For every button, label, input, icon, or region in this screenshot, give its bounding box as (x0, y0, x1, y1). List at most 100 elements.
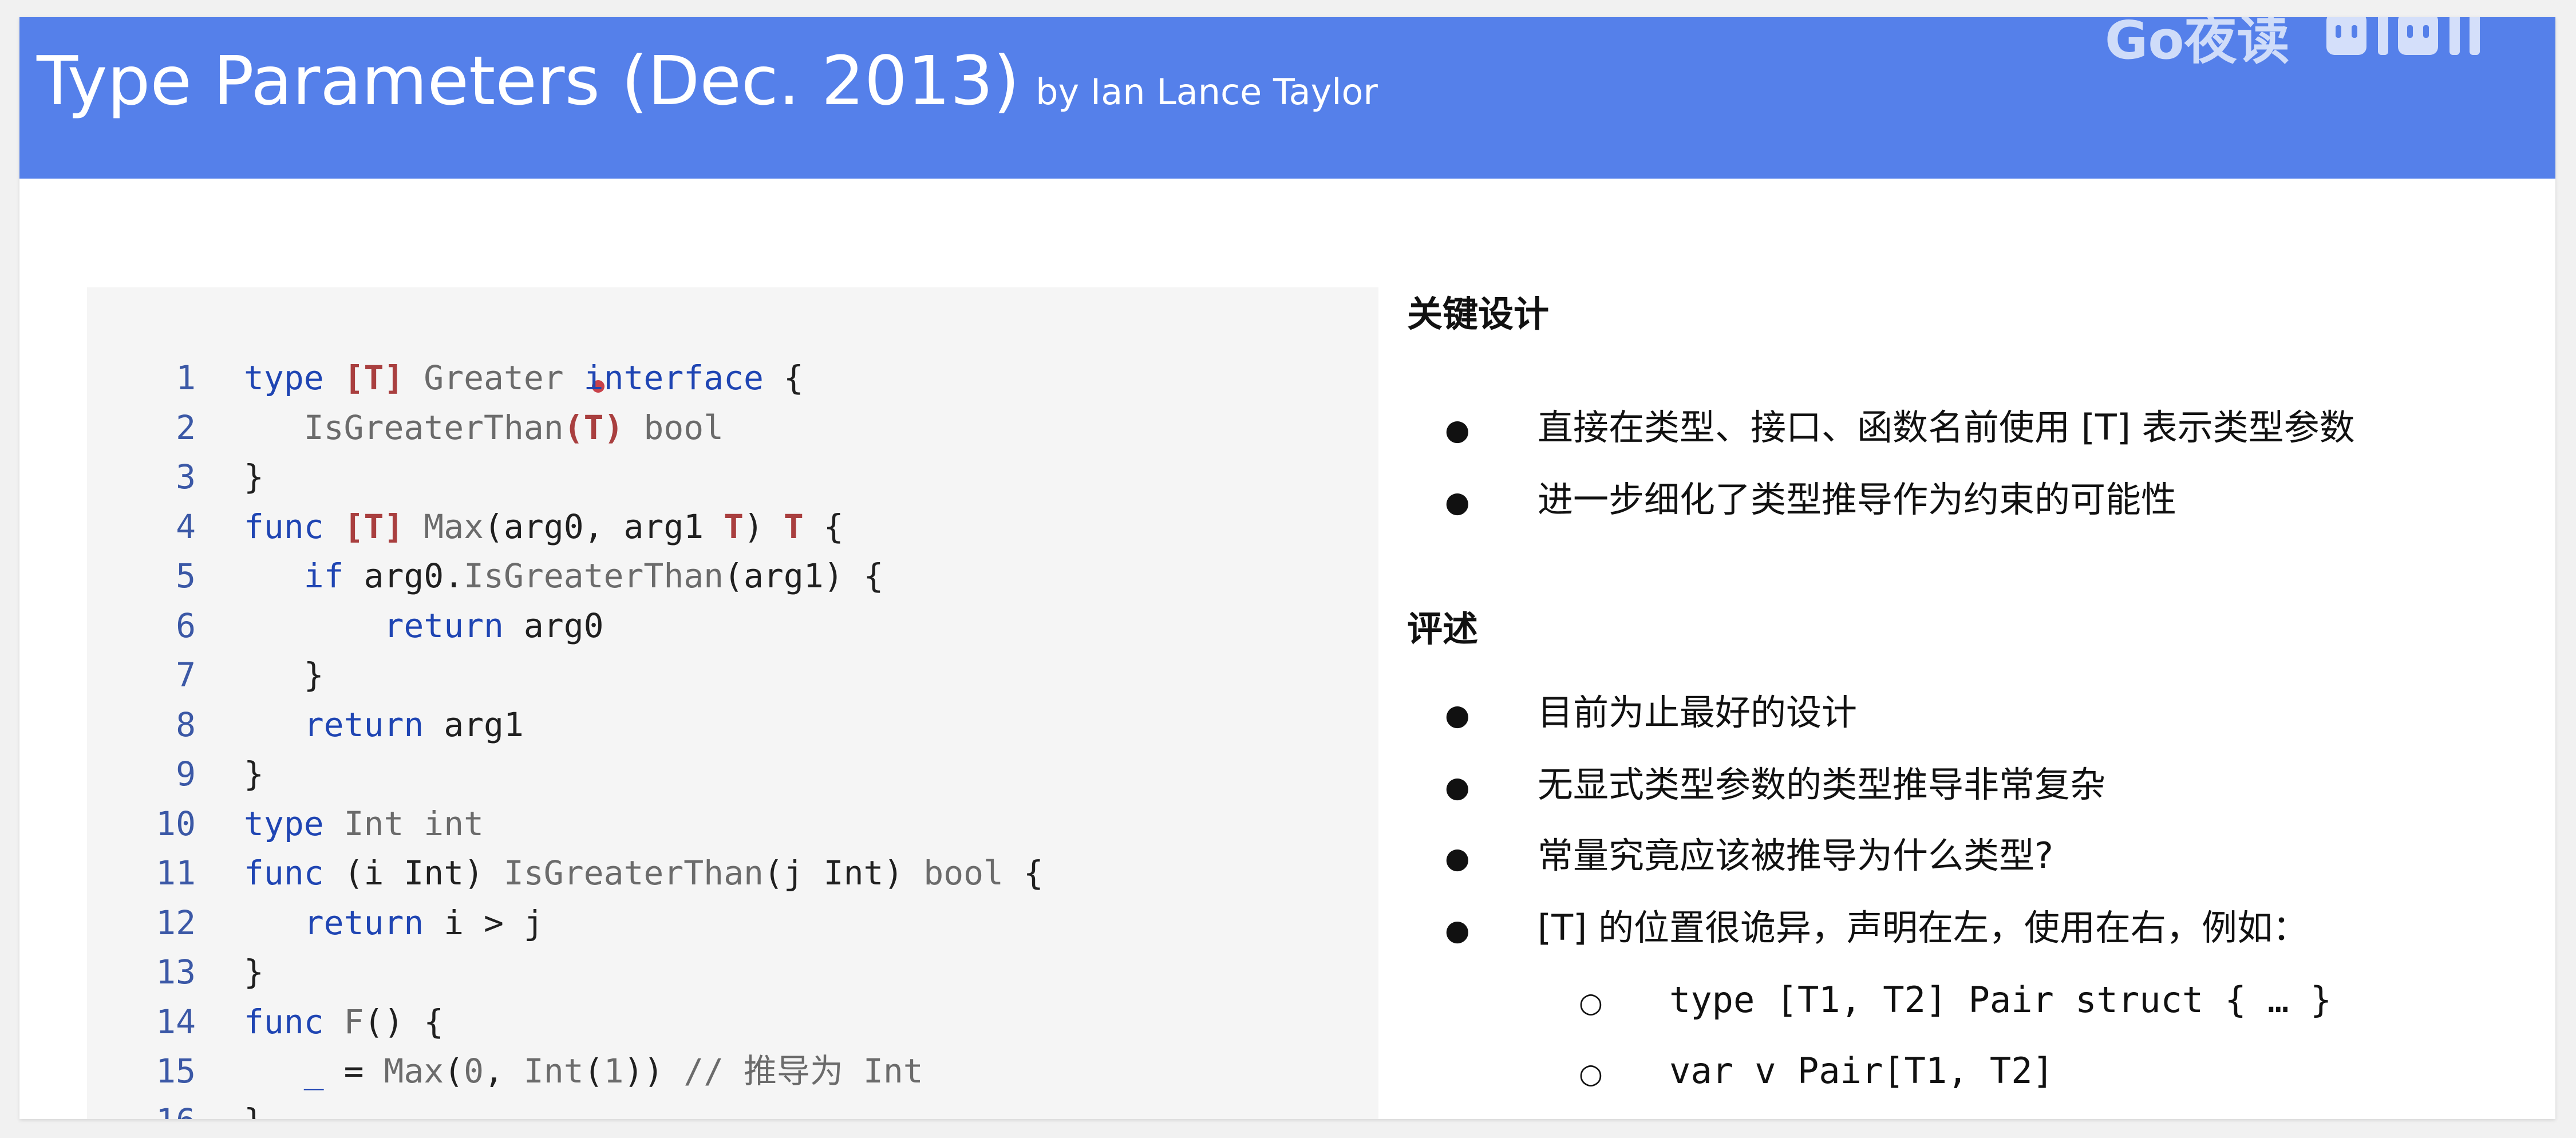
code-token: if (303, 556, 344, 595)
bullet-text: 无显式类型参数的类型推导非常复杂 (1538, 764, 2106, 805)
code-token: ( (444, 1052, 464, 1090)
code-token: } (244, 754, 264, 793)
sub-bullet-item: ○ var v Pair[T1, T2] (1407, 1045, 2054, 1097)
bullet-text: 目前为止最好的设计 (1538, 692, 1858, 733)
code-token: arg0. (343, 556, 464, 595)
bullet-icon: ● (1445, 698, 1470, 732)
line-number: 2 (176, 408, 196, 447)
code-token: (T) (563, 408, 624, 447)
line-number: 7 (176, 655, 196, 694)
bullet-item: ● 无显式类型参数的类型推导非常复杂 (1407, 759, 2105, 811)
code-example: type [T1, T2] Pair struct { … } (1669, 979, 2332, 1021)
code-token: type (244, 358, 324, 397)
code-text: func F() { (244, 997, 444, 1046)
code-token: return (303, 705, 424, 744)
line-number: 5 (176, 556, 196, 595)
code-token: (arg0, arg1 (484, 507, 724, 546)
code-text: return arg1 (244, 700, 524, 749)
code-line: 2 IsGreaterThan(T) bool (87, 403, 724, 452)
line-number: 9 (176, 754, 196, 793)
line-number: 1 (176, 358, 196, 397)
line-number: 15 (156, 1052, 196, 1090)
line-number: 8 (176, 705, 196, 744)
code-text: } (244, 749, 264, 799)
code-token: [T] (343, 358, 404, 397)
code-token: arg0 (503, 606, 604, 645)
code-token: } (244, 953, 264, 991)
code-token: IsGreaterThan (303, 408, 564, 447)
code-token: , (484, 1052, 524, 1090)
code-text: IsGreaterThan(T) bool (244, 403, 724, 452)
code-token: int (424, 804, 484, 843)
code-text: } (244, 947, 264, 997)
code-line: 11 func (i Int) IsGreaterThan(j Int) bool… (87, 848, 1044, 898)
line-number: 6 (176, 606, 196, 645)
code-token: bool (643, 408, 724, 447)
code-token: { (803, 507, 844, 546)
line-number: 13 (156, 953, 196, 991)
code-token: Max (384, 1052, 444, 1090)
code-text: if arg0.IsGreaterThan(arg1) { (244, 551, 884, 600)
code-text: type [T] Greater interface { (244, 353, 804, 402)
code-block: 1 type [T] Greater interface {2 IsGreater… (87, 287, 1378, 1119)
code-line: 4 func [T] Max(arg0, arg1 T) T { (87, 502, 844, 551)
code-line: 13} (87, 947, 264, 997)
code-line: 3} (87, 452, 264, 501)
code-text: func (i Int) IsGreaterThan(j Int) bool { (244, 848, 1044, 898)
code-token: (arg1) { (724, 556, 884, 595)
code-token: } (244, 655, 324, 694)
code-token: T (724, 507, 744, 546)
bullet-text: 进一步细化了类型推导作为约束的可能性 (1538, 479, 2177, 520)
code-text: } (244, 650, 324, 700)
bullet-icon: ● (1445, 413, 1470, 446)
sub-bullet-icon: ○ (1579, 987, 1603, 1019)
code-token: func (244, 854, 324, 892)
code-token: { (1003, 854, 1044, 892)
code-token: interface (583, 358, 764, 397)
code-token: } (244, 1101, 264, 1120)
code-token: // 推导为 Int (683, 1052, 923, 1090)
code-token: (j Int) (763, 854, 924, 892)
code-token: func (244, 1002, 324, 1041)
code-line: 14 func F() { (87, 997, 444, 1046)
code-token: IsGreaterThan (503, 854, 764, 892)
code-line: 7 } (87, 650, 324, 700)
code-text: _ = Max(0, Int(1)) // 推导为 Int (244, 1046, 923, 1096)
code-token: Int (343, 804, 404, 843)
code-token: 1 (603, 1052, 624, 1090)
line-number: 14 (156, 1002, 196, 1041)
code-token: } (244, 457, 264, 496)
title-block: Type Parameters (Dec. 2013) by Ian Lance … (37, 41, 1378, 120)
code-token: i > j (424, 903, 544, 942)
section-heading: 评述 (1407, 608, 1479, 650)
code-line: 9} (87, 749, 264, 799)
bullet-icon: ● (1445, 485, 1470, 519)
slide-subtitle: by Ian Lance Taylor (1036, 71, 1378, 113)
bullet-icon: ● (1445, 914, 1470, 947)
code-token: ( (583, 1052, 604, 1090)
sub-bullet-icon: ○ (1579, 1058, 1603, 1090)
line-number: 4 (176, 507, 196, 546)
code-token: type (244, 804, 324, 843)
code-token: return (303, 903, 424, 942)
code-token: func (244, 507, 324, 546)
code-token: () { (364, 1002, 444, 1041)
code-line: 10 type Int int (87, 799, 484, 848)
code-text: } (244, 1096, 264, 1120)
code-token: Int (523, 1052, 584, 1090)
notes-panel: 关键设计 ● 直接在类型、接口、函数名前使用 [T] 表示类型参数 ● 进一步细化了类型… (1407, 17, 2529, 1119)
code-token: 0 (464, 1052, 484, 1090)
code-token: bool (923, 854, 1003, 892)
section-heading: 关键设计 (1407, 293, 1550, 335)
bullet-item: ● 常量究竟应该被推导为什么类型? (1407, 830, 2053, 882)
